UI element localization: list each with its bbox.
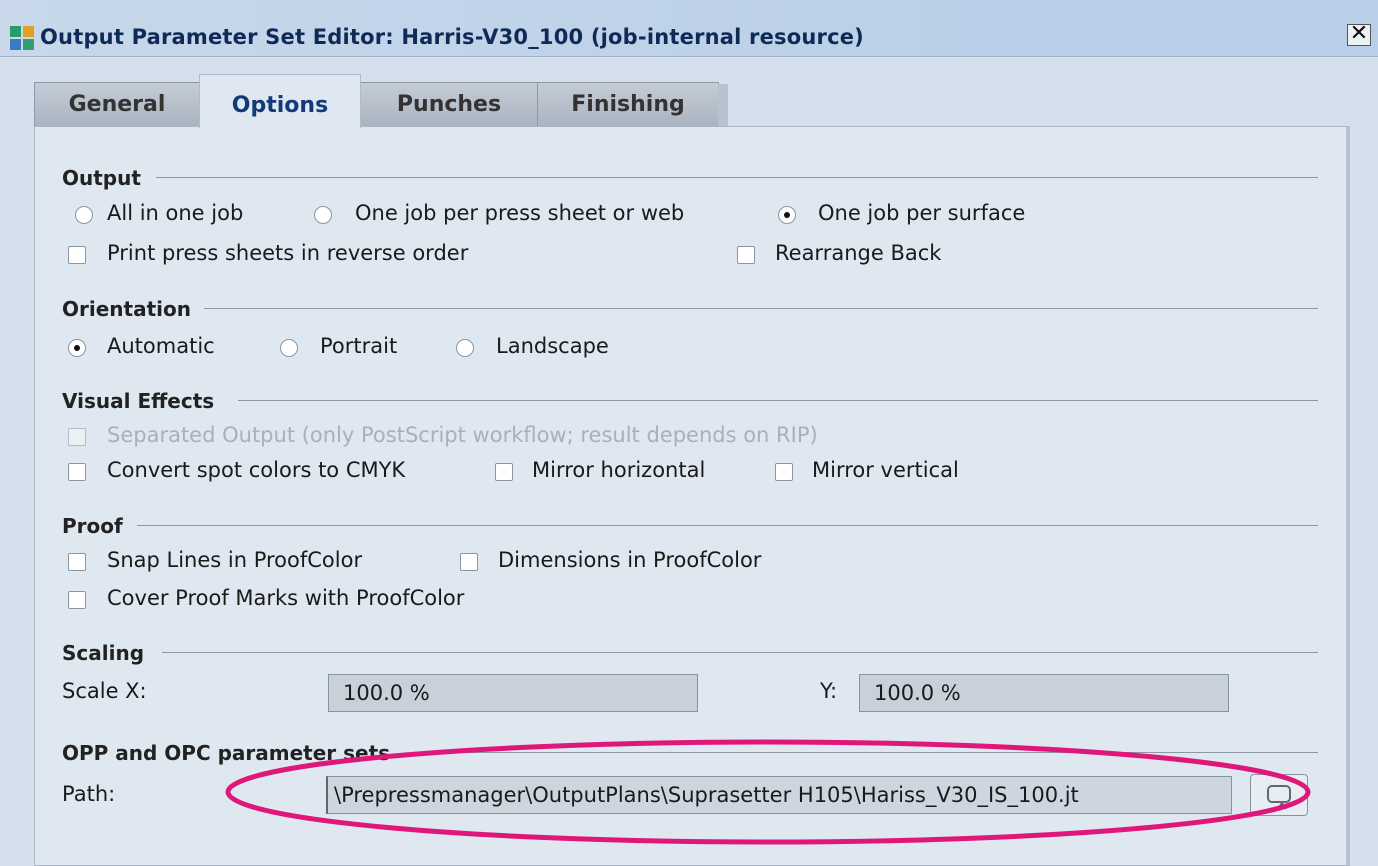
section-divider-scaling	[162, 652, 1318, 653]
section-divider-opp-opc	[428, 752, 1318, 753]
tab-options[interactable]: Options	[199, 74, 361, 128]
radio-automatic[interactable]	[68, 339, 86, 357]
label-cover-proof-marks[interactable]: Cover Proof Marks with ProofColor	[107, 586, 464, 610]
section-title-scaling: Scaling	[62, 641, 145, 665]
label-one-job-per-surface[interactable]: One job per surface	[818, 201, 1025, 225]
close-button[interactable]: ✕	[1347, 23, 1371, 46]
checkbox-reverse-order[interactable]	[68, 246, 86, 264]
label-snap-lines[interactable]: Snap Lines in ProofColor	[107, 548, 362, 572]
path-input[interactable]: \Prepressmanager\OutputPlans\Suprasetter…	[326, 776, 1232, 814]
label-convert-spot-colors[interactable]: Convert spot colors to CMYK	[107, 458, 405, 482]
section-divider-proof	[137, 525, 1318, 526]
label-scale-x: Scale X:	[62, 679, 147, 703]
label-landscape[interactable]: Landscape	[496, 334, 609, 358]
tab-punches[interactable]: Punches	[360, 82, 538, 126]
label-reverse-order[interactable]: Print press sheets in reverse order	[107, 241, 468, 265]
checkbox-dimensions[interactable]	[460, 553, 478, 571]
label-scale-y: Y:	[820, 679, 838, 703]
section-title-output: Output	[62, 166, 141, 190]
title-bar: Output Parameter Set Editor: Harris-V30_…	[0, 0, 1378, 57]
checkbox-cover-proof-marks[interactable]	[68, 591, 86, 609]
section-title-orientation: Orientation	[62, 297, 191, 321]
browse-arrow-icon	[1277, 801, 1287, 809]
label-portrait[interactable]: Portrait	[320, 334, 397, 358]
section-divider-orientation	[204, 308, 1318, 309]
radio-one-job-per-press-sheet[interactable]	[314, 206, 332, 224]
radio-landscape[interactable]	[456, 339, 474, 357]
tab-edge-shadow	[718, 84, 728, 128]
scale-y-input[interactable]: 100.0 %	[859, 674, 1229, 712]
label-mirror-vertical[interactable]: Mirror vertical	[812, 458, 959, 482]
app-icon	[10, 26, 34, 50]
tab-general[interactable]: General	[34, 82, 200, 126]
tab-finishing[interactable]: Finishing	[537, 82, 719, 126]
label-one-job-per-press-sheet[interactable]: One job per press sheet or web	[355, 201, 684, 225]
section-divider-output	[156, 177, 1318, 178]
label-dimensions[interactable]: Dimensions in ProofColor	[498, 548, 761, 572]
radio-all-in-one-job[interactable]	[75, 206, 93, 224]
checkbox-snap-lines[interactable]	[68, 553, 86, 571]
checkbox-mirror-horizontal[interactable]	[495, 463, 513, 481]
radio-one-job-per-surface[interactable]	[778, 206, 796, 224]
browse-button[interactable]	[1250, 774, 1308, 816]
label-path: Path:	[62, 782, 116, 806]
radio-portrait[interactable]	[280, 339, 298, 357]
section-title-proof: Proof	[62, 514, 123, 538]
section-divider-visual-effects	[238, 400, 1318, 401]
window-title: Output Parameter Set Editor: Harris-V30_…	[40, 25, 864, 49]
label-automatic[interactable]: Automatic	[107, 334, 215, 358]
checkbox-mirror-vertical[interactable]	[775, 463, 793, 481]
checkbox-convert-spot-colors[interactable]	[68, 463, 86, 481]
label-separated-output: Separated Output (only PostScript workfl…	[107, 423, 818, 447]
section-title-visual-effects: Visual Effects	[62, 389, 215, 413]
label-all-in-one-job[interactable]: All in one job	[107, 201, 243, 225]
scale-x-input[interactable]: 100.0 %	[328, 674, 698, 712]
label-rearrange-back[interactable]: Rearrange Back	[775, 241, 941, 265]
checkbox-separated-output	[68, 428, 86, 446]
label-mirror-horizontal[interactable]: Mirror horizontal	[532, 458, 705, 482]
section-title-opp-opc: OPP and OPC parameter sets	[62, 741, 391, 765]
checkbox-rearrange-back[interactable]	[737, 246, 755, 264]
